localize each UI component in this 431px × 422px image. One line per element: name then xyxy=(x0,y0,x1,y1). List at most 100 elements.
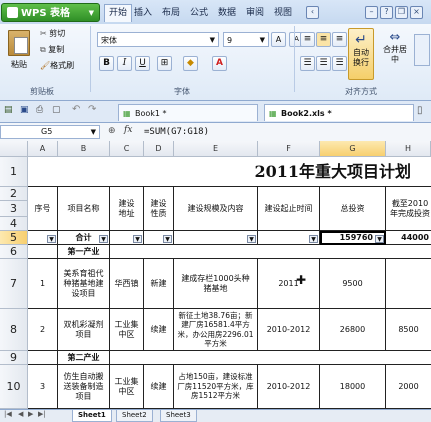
column-header-b[interactable]: B xyxy=(58,141,110,157)
row10-scale[interactable]: 占地150亩，建设标准厂房11520平方米，库房1512平方米 xyxy=(174,365,258,409)
wps-menu-button[interactable]: WPS 表格 ▼ xyxy=(1,3,100,22)
row7-index[interactable]: 1 xyxy=(28,259,58,309)
tab-data[interactable]: 数据 xyxy=(218,5,236,22)
total-row-cell-h[interactable]: 44000 xyxy=(386,231,431,245)
filter-dropdown-icon[interactable]: ▼ xyxy=(47,235,56,243)
header-cell-nature[interactable]: 建设性质 xyxy=(144,187,174,231)
row10-index[interactable]: 3 xyxy=(28,365,58,409)
name-box[interactable]: G5 ▼ xyxy=(0,125,100,139)
scroll-first-icon[interactable]: |◀ xyxy=(4,410,12,418)
total-row-cell-d[interactable]: ▼ xyxy=(144,231,174,245)
row7-completed-investment[interactable] xyxy=(386,259,431,309)
align-top-icon[interactable]: ≡ xyxy=(300,32,315,47)
sheet-tab-2[interactable]: Sheet2 xyxy=(116,410,153,422)
filter-dropdown-icon[interactable]: ▼ xyxy=(375,235,384,243)
formula-input[interactable]: =SUM(G7:G18) xyxy=(140,125,431,139)
row8-completed-investment[interactable]: 8500 xyxy=(386,309,431,351)
column-header-a[interactable]: A xyxy=(28,141,58,157)
row-header-6[interactable]: 6 xyxy=(0,245,28,259)
row7-scale[interactable]: 建成存栏1000头种猪基地 xyxy=(174,259,258,309)
document-tab-book1[interactable]: ▦ Book1 * xyxy=(118,104,258,121)
row-header-2[interactable]: 2 xyxy=(0,187,28,201)
column-header-h[interactable]: H xyxy=(386,141,431,157)
minimize-icon[interactable]: – xyxy=(365,6,378,19)
tab-layout[interactable]: 布局 xyxy=(162,5,180,22)
help-icon[interactable]: ? xyxy=(380,6,393,19)
header-cell-scale[interactable]: 建设规模及内容 xyxy=(174,187,258,231)
row7-location[interactable]: 华西镇 xyxy=(110,259,144,309)
column-header-g[interactable]: G xyxy=(320,141,386,157)
column-header-e[interactable]: E xyxy=(174,141,258,157)
font-name-select[interactable]: 宋体 ▼ xyxy=(97,32,219,47)
align-center-icon[interactable]: ☰ xyxy=(316,56,331,71)
insert-function-icon[interactable]: fx xyxy=(124,125,132,135)
row-header-5[interactable]: 5 xyxy=(0,231,28,245)
font-size-select[interactable]: 9 ▼ xyxy=(223,32,269,47)
scroll-prev-icon[interactable]: ◀ xyxy=(18,410,23,418)
column-header-c[interactable]: C xyxy=(110,141,144,157)
redo-icon[interactable]: ↷ xyxy=(88,104,96,115)
sheet-tab-3[interactable]: Sheet3 xyxy=(160,410,197,422)
row10-period[interactable]: 2010-2012 xyxy=(258,365,320,409)
filter-dropdown-icon[interactable]: ▼ xyxy=(247,235,256,243)
preview-icon[interactable]: ▢ xyxy=(52,105,61,115)
scroll-next-icon[interactable]: ▶ xyxy=(28,410,33,418)
sheet-tab-1[interactable]: Sheet1 xyxy=(72,410,112,422)
section-label[interactable]: 第一产业 xyxy=(58,245,110,259)
italic-button[interactable]: I xyxy=(117,56,132,71)
fill-color-icon[interactable]: ◆ xyxy=(183,56,198,71)
align-bottom-icon[interactable]: ≡ xyxy=(332,32,347,47)
ribbon-back-icon[interactable]: ‹ xyxy=(306,6,319,19)
row8-total-investment[interactable]: 26800 xyxy=(320,309,386,351)
row10-project-name[interactable]: 仿生自动搬送装备制造项目 xyxy=(58,365,110,409)
row8-scale[interactable]: 新征土地38.76亩；新建厂房16581.4平方米，办公用房2296.01平方米 xyxy=(174,309,258,351)
tab-view[interactable]: 视图 xyxy=(274,5,292,22)
document-tab-book2[interactable]: ▦ Book2.xls * xyxy=(264,104,414,121)
row8-index[interactable]: 2 xyxy=(28,309,58,351)
tab-home[interactable]: 开始 xyxy=(104,4,133,22)
zoom-icon[interactable]: ⊕ xyxy=(108,126,116,136)
filter-dropdown-icon[interactable]: ▼ xyxy=(309,235,318,243)
filter-dropdown-icon[interactable]: ▼ xyxy=(99,235,108,243)
sheet-title[interactable]: 2011年重大项目计划 xyxy=(28,157,431,187)
merge-center-button[interactable]: ⇔ 合并居中 xyxy=(380,30,410,65)
row8-period[interactable]: 2010-2012 xyxy=(258,309,320,351)
section-label[interactable]: 第二产业 xyxy=(58,351,110,365)
total-row-cell-f[interactable]: ▼ xyxy=(258,231,320,245)
grow-font-button[interactable]: A xyxy=(271,32,286,47)
row7-nature[interactable]: 新建 xyxy=(144,259,174,309)
header-cell-period[interactable]: 建设起止时间 xyxy=(258,187,320,231)
tab-insert[interactable]: 插入 xyxy=(134,5,152,22)
font-color-icon[interactable]: A xyxy=(212,56,227,71)
tab-review[interactable]: 审阅 xyxy=(246,5,264,22)
grid-cell[interactable] xyxy=(28,245,58,259)
open-folder-icon[interactable]: ▤ xyxy=(4,105,13,115)
save-icon[interactable]: ▣ xyxy=(20,105,29,115)
header-cell-location[interactable]: 建设地址 xyxy=(110,187,144,231)
row8-nature[interactable]: 续建 xyxy=(144,309,174,351)
print-icon[interactable]: ⎙ xyxy=(36,105,43,115)
row7-total-investment[interactable]: 9500 xyxy=(320,259,386,309)
row-header-10[interactable]: 10 xyxy=(0,365,28,409)
cut-button[interactable]: ✂ 剪切 xyxy=(40,28,65,39)
borders-icon[interactable]: ⊞ xyxy=(157,56,172,71)
selected-cell-g5[interactable]: 159760 ▼ xyxy=(320,231,386,245)
row-header-3[interactable]: 3 xyxy=(0,201,28,217)
total-row-cell-c[interactable]: ▼ xyxy=(110,231,144,245)
more-options-icon[interactable] xyxy=(414,34,430,66)
row10-total-investment[interactable]: 18000 xyxy=(320,365,386,409)
row8-project-name[interactable]: 双机彩凝剂项目 xyxy=(58,309,110,351)
copy-button[interactable]: ⧉ 复制 xyxy=(40,44,64,55)
row-header-1[interactable]: 1 xyxy=(0,157,28,187)
underline-button[interactable]: U xyxy=(135,56,150,71)
row-header-8[interactable]: 8 xyxy=(0,309,28,351)
filter-dropdown-icon[interactable]: ▼ xyxy=(133,235,142,243)
row7-period[interactable]: 2011 ✚ xyxy=(258,259,320,309)
column-header-f[interactable]: F xyxy=(258,141,320,157)
bold-button[interactable]: B xyxy=(99,56,114,71)
wrap-text-button[interactable]: ↵ 自动换行 xyxy=(348,28,374,80)
format-painter-button[interactable]: 🖌格式刷 xyxy=(40,60,74,71)
header-cell-index[interactable]: 序号 xyxy=(28,187,58,231)
scroll-last-icon[interactable]: ▶| xyxy=(38,410,46,418)
align-right-icon[interactable]: ☰ xyxy=(332,56,347,71)
